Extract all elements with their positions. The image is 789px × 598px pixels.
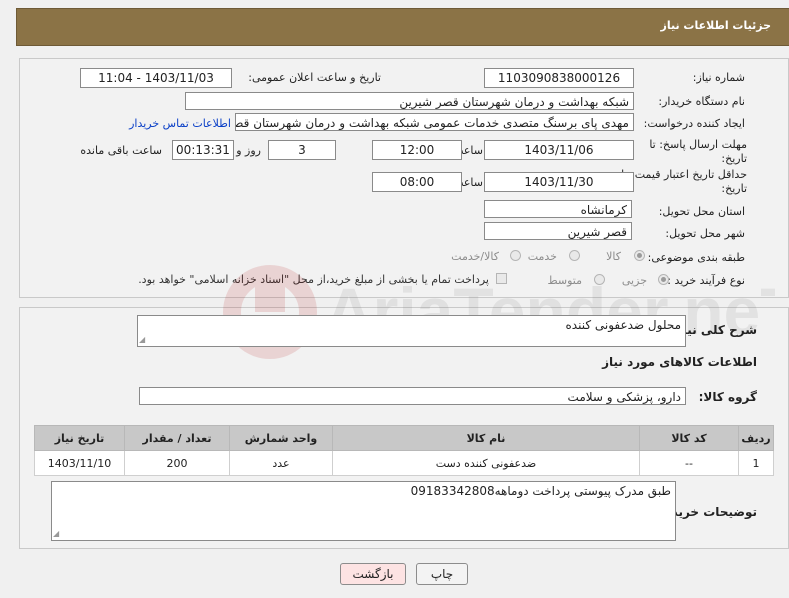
need-number-field: 1103090838000126 [484,68,634,88]
requester-field: مهدی پای برسنگ متصدی خدمات عمومی شبکه به… [235,113,634,131]
city-field: قصر شیرین [484,222,632,240]
category-label: طبقه بندی موضوعی: [647,251,745,264]
process-option-minor: جزیی [621,274,647,287]
buyer-org-label: نام دستگاه خریدار: [658,95,745,108]
buyer-notes-textarea[interactable]: طبق مدرک پیوستی پرداخت دوماهه09183342808 [51,481,676,541]
print-button[interactable]: چاپ [416,563,468,585]
col-goods-name: نام کالا [332,425,640,451]
back-button[interactable]: بازگشت [340,563,406,585]
page-header: جزئیات اطلاعات نیاز [16,8,789,46]
goods-group-label: گروه کالا: [698,390,757,404]
announce-datetime-field: 1403/11/03 - 11:04 [80,68,232,88]
col-goods-code: کد کالا [639,425,739,451]
goods-table-header-row: ردیف کد کالا نام کالا واحد شمارش تعداد /… [34,425,774,451]
cell-quantity: 200 [124,450,230,476]
days-label: روز و [236,144,261,157]
cell-unit: عدد [229,450,333,476]
days-remaining-field: 3 [268,140,336,160]
process-radio-minor[interactable] [658,274,669,285]
table-row: 1 -- ضدعفونی کننده دست عدد 200 1403/11/1… [34,450,774,476]
reply-time-field: 12:00 [372,140,462,160]
category-radio-goods[interactable] [634,250,645,261]
city-label: شهر محل تحویل: [665,227,745,240]
price-date-field: 1403/11/30 [484,172,634,192]
col-unit: واحد شمارش [229,425,333,451]
goods-table: ردیف کد کالا نام کالا واحد شمارش تعداد /… [34,425,774,476]
buyer-contact-link[interactable]: اطلاعات تماس خریدار [129,117,231,130]
need-number-label: شماره نیاز: [692,71,745,84]
category-radio-goods-service[interactable] [510,250,521,261]
category-radio-service[interactable] [569,250,580,261]
goods-info-title: اطلاعات کالاهای مورد نیاز [602,355,757,369]
cell-row-number: 1 [738,450,774,476]
time-remaining-label: ساعت باقی مانده [80,144,162,157]
province-label: استان محل تحویل: [658,205,745,218]
buyer-notes-resize-grip[interactable]: ◢ [53,530,61,538]
treasury-payment-note: پرداخت تمام یا بخشی از مبلغ خرید،از محل … [138,273,489,286]
col-row-number: ردیف [738,425,774,451]
process-label: نوع فرآیند خرید : [667,274,745,287]
goods-group-field: دارو، پزشکی و سلامت [139,387,686,405]
time-remaining-field: 00:13:31 [172,140,234,160]
process-radio-medium[interactable] [594,274,605,285]
col-need-date: تاریخ نیاز [34,425,125,451]
process-option-medium: متوسط [547,274,582,287]
requester-label: ایجاد کننده درخواست: [643,117,745,130]
category-option-goods-service: کالا/خدمت [451,250,499,263]
reply-date-field: 1403/11/06 [484,140,634,160]
category-option-goods: کالا [606,250,621,263]
announce-datetime-label: تاریخ و ساعت اعلان عمومی: [248,71,381,84]
cell-goods-code: -- [639,450,739,476]
price-time-field: 08:00 [372,172,462,192]
description-resize-grip[interactable]: ◢ [139,336,147,344]
treasury-payment-checkbox[interactable] [496,273,507,284]
col-quantity: تعداد / مقدار [124,425,230,451]
buyer-org-field: شبکه بهداشت و درمان شهرستان قصر شیرین [185,92,634,110]
description-textarea[interactable]: محلول ضدعفونی کننده [137,315,686,347]
page-title: جزئیات اطلاعات نیاز [660,19,772,32]
province-field: کرمانشاه [484,200,632,218]
cell-goods-name: ضدعفونی کننده دست [332,450,640,476]
reply-deadline-label: مهلت ارسال پاسخ: تا تاریخ: [649,138,747,165]
category-option-service: خدمت [527,250,557,263]
cell-need-date: 1403/11/10 [34,450,125,476]
